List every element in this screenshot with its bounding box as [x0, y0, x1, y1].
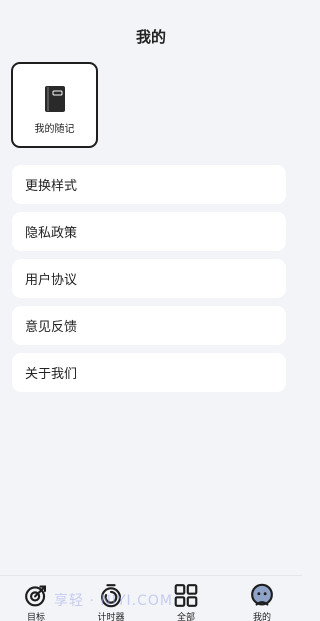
menu-item-privacy-policy[interactable]: 隐私政策: [12, 212, 286, 251]
notebook-icon: [45, 86, 65, 112]
profile-icon: [251, 583, 273, 606]
menu-item-feedback[interactable]: 意见反馈: [12, 306, 286, 345]
menu-item-user-agreement[interactable]: 用户协议: [12, 259, 286, 298]
menu-item-about-us[interactable]: 关于我们: [12, 353, 286, 392]
menu-item-label: 关于我们: [25, 367, 78, 382]
bottom-tab-bar: 目标 计时器 全部 我的: [0, 575, 302, 621]
menu-item-label: 隐私政策: [25, 226, 78, 241]
tab-mine[interactable]: 我的: [232, 583, 292, 621]
grid-icon: [174, 584, 198, 607]
my-notes-card[interactable]: 我的随记: [11, 62, 98, 148]
tab-label: 全部: [176, 613, 195, 621]
menu-item-label: 意见反馈: [25, 320, 78, 335]
target-icon: [25, 585, 46, 607]
menu-item-change-style[interactable]: 更换样式: [12, 165, 286, 204]
timer-icon: [101, 584, 121, 608]
tab-label: 计时器: [97, 613, 125, 621]
tab-all[interactable]: 全部: [156, 583, 216, 621]
tab-label: 目标: [26, 613, 45, 621]
tab-target[interactable]: 目标: [6, 583, 66, 621]
menu-item-label: 用户协议: [25, 273, 78, 288]
settings-menu: 更换样式 隐私政策 用户协议 意见反馈 关于我们: [12, 165, 286, 400]
tab-label: 我的: [252, 613, 271, 621]
menu-item-label: 更换样式: [25, 179, 78, 194]
page-title: 我的: [135, 28, 166, 46]
tab-timer[interactable]: 计时器: [81, 583, 141, 621]
profile-page: 我的 我的随记 更换样式 隐私政策 用户协议 意见反馈 关于我们 目标 计时器 …: [0, 0, 302, 621]
my-notes-label: 我的随记: [34, 124, 75, 135]
